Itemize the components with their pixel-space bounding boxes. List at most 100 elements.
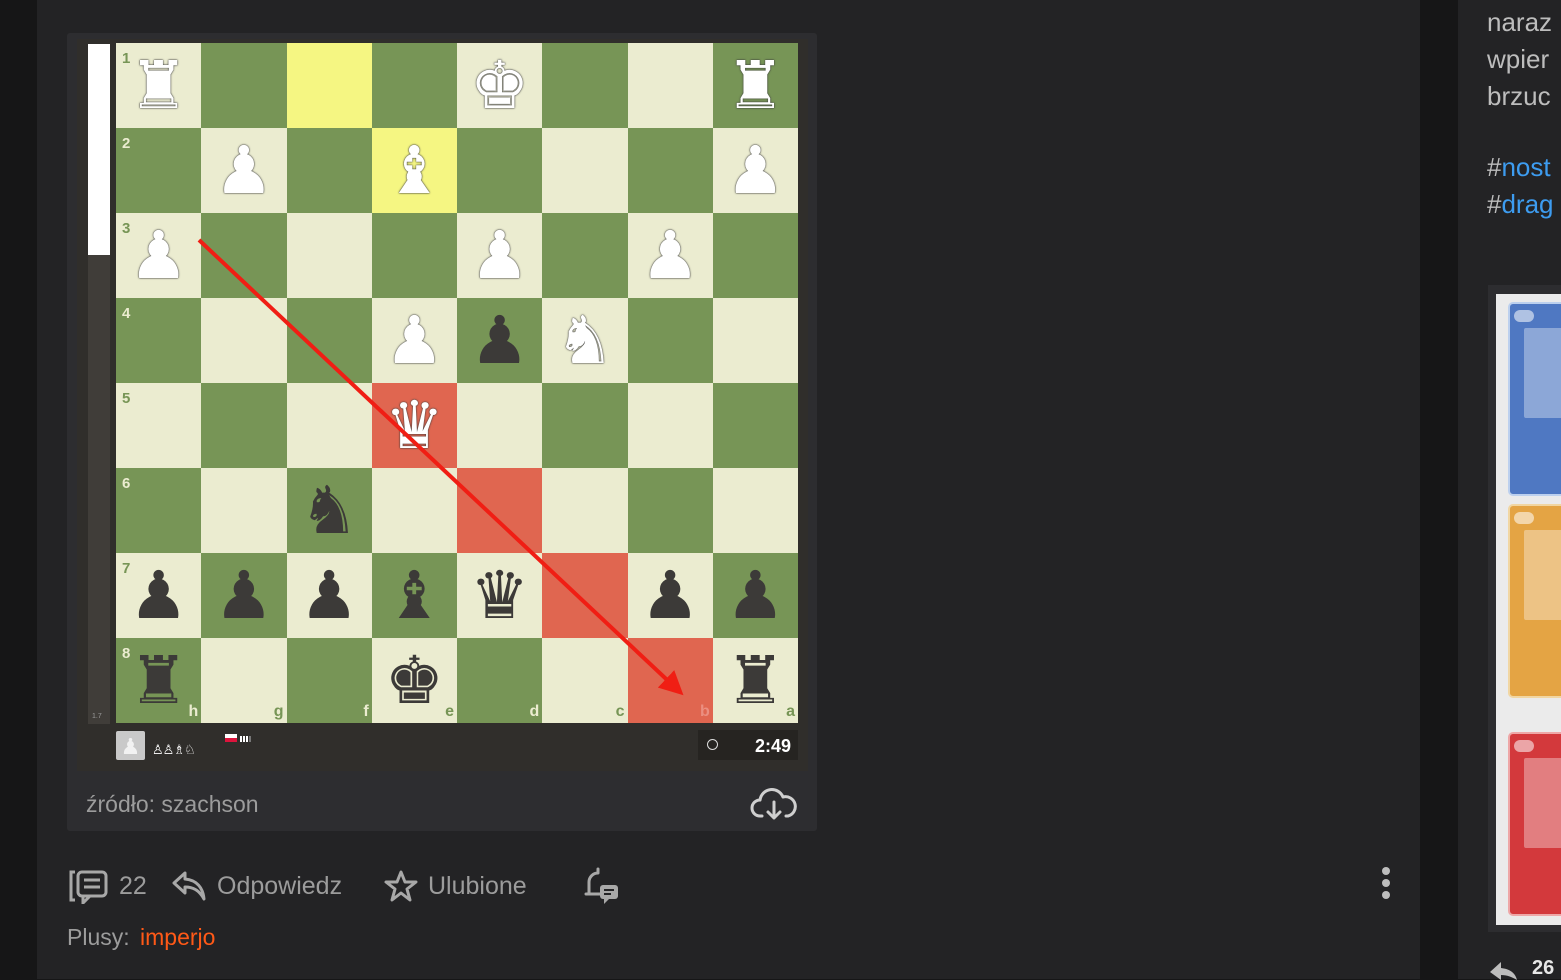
board-square[interactable]: 8 h ♜ (116, 638, 202, 723)
board-square[interactable]: ♛ (457, 553, 543, 638)
cloud-download-icon[interactable] (750, 786, 798, 824)
board-square[interactable] (457, 383, 543, 468)
white-chess-piece[interactable]: ♟ (116, 213, 201, 298)
board-square[interactable] (201, 468, 287, 553)
board-square[interactable]: e ♚ (371, 638, 457, 723)
black-chess-piece[interactable]: ♜ (116, 638, 201, 723)
board-square[interactable] (627, 43, 713, 128)
board-square[interactable]: ♟ (457, 298, 543, 383)
board-square[interactable] (627, 128, 713, 213)
reply-button[interactable]: Odpowiedz (171, 862, 342, 910)
board-square[interactable]: ♟ (712, 553, 798, 638)
board-square[interactable] (542, 383, 628, 468)
board-square[interactable]: 2 (116, 128, 202, 213)
board-square[interactable] (201, 383, 287, 468)
board-square[interactable]: ♟ (286, 553, 372, 638)
comments-button[interactable]: 22 (67, 862, 147, 910)
black-chess-piece[interactable]: ♝ (372, 553, 457, 638)
image-source[interactable]: źródło: szachson (86, 791, 259, 818)
white-chess-piece[interactable]: ♞ (542, 298, 627, 383)
notify-button[interactable] (580, 862, 622, 910)
hashtag[interactable]: #drag (1487, 189, 1554, 220)
board-square[interactable] (627, 468, 713, 553)
board-square[interactable]: ♟ (201, 553, 287, 638)
board-square[interactable]: 6 (116, 468, 202, 553)
board-square[interactable] (371, 213, 457, 298)
board-square[interactable] (201, 43, 287, 128)
black-chess-piece[interactable]: ♟ (628, 553, 713, 638)
board-square[interactable] (542, 553, 628, 638)
board-square[interactable]: ♝ (371, 128, 457, 213)
board-square[interactable]: ♜ (712, 43, 798, 128)
board-square[interactable] (712, 213, 798, 298)
board-square[interactable]: 4 (116, 298, 202, 383)
board-square[interactable]: b (627, 638, 713, 723)
white-chess-piece[interactable]: ♟ (457, 213, 542, 298)
board-square[interactable]: c (542, 638, 628, 723)
board-square[interactable]: g (201, 638, 287, 723)
black-chess-piece[interactable]: ♟ (201, 553, 286, 638)
white-chess-piece[interactable]: ♟ (201, 128, 286, 213)
board-square[interactable] (201, 213, 287, 298)
board-square[interactable] (542, 468, 628, 553)
board-square[interactable]: ♟ (201, 128, 287, 213)
board-square[interactable] (542, 213, 628, 298)
white-chess-piece[interactable]: ♜ (116, 43, 201, 128)
board-square[interactable]: 5 (116, 383, 202, 468)
white-chess-piece[interactable]: ♜ (713, 43, 798, 128)
board-square[interactable]: 3 ♟ (116, 213, 202, 298)
black-chess-piece[interactable]: ♛ (457, 553, 542, 638)
board-square[interactable]: ♞ (542, 298, 628, 383)
board-square[interactable] (542, 128, 628, 213)
board-square[interactable]: 1 ♜ (116, 43, 202, 128)
board-square[interactable]: d (457, 638, 543, 723)
hashtag-name[interactable]: nost (1501, 152, 1550, 182)
black-chess-piece[interactable]: ♞ (287, 468, 372, 553)
white-chess-piece[interactable]: ♝ (372, 128, 457, 213)
board-square[interactable]: ♟ (371, 298, 457, 383)
board-square[interactable]: ♛ (371, 383, 457, 468)
board-square[interactable]: f (286, 638, 372, 723)
board-square[interactable] (371, 43, 457, 128)
white-chess-piece[interactable]: ♟ (713, 128, 798, 213)
board-square[interactable] (542, 43, 628, 128)
board-square[interactable] (286, 128, 372, 213)
board-square[interactable]: ♚ (457, 43, 543, 128)
board-square[interactable] (712, 298, 798, 383)
white-chess-piece[interactable]: ♟ (628, 213, 713, 298)
board-square[interactable]: ♟ (627, 213, 713, 298)
board-square[interactable] (371, 468, 457, 553)
board-square[interactable] (286, 298, 372, 383)
board-square[interactable]: ♟ (457, 213, 543, 298)
board-square[interactable] (286, 383, 372, 468)
hashtag[interactable]: #nost (1487, 152, 1551, 183)
board-square[interactable] (712, 468, 798, 553)
board-square[interactable] (286, 43, 372, 128)
hashtag-name[interactable]: drag (1501, 189, 1553, 219)
favorite-button[interactable]: Ulubione (384, 862, 527, 910)
black-chess-piece[interactable]: ♟ (457, 298, 542, 383)
white-chess-piece[interactable]: ♚ (457, 43, 542, 128)
board-square[interactable]: ♝ (371, 553, 457, 638)
trading-cards-photo[interactable] (1496, 294, 1561, 925)
board-square[interactable] (286, 213, 372, 298)
board-square[interactable] (712, 383, 798, 468)
black-chess-piece[interactable]: ♜ (713, 638, 798, 723)
board-square[interactable]: ♞ (286, 468, 372, 553)
chess-board[interactable]: 1 ♜ ♚ ♜ 2 ♟ ♝ ♟ 3 ♟ ♟ ♟ 4 ♟ ♟ ♞ 5 ♛ 6 ♞ 7 ♟ ♟ ♟ ♝ ♛ ♟ ♟ 8 h ♜ g f e ♚ d c b a ♜ (116, 43, 798, 723)
board-square[interactable]: 7 ♟ (116, 553, 202, 638)
board-square[interactable]: ♟ (627, 553, 713, 638)
plusy-user-link[interactable]: imperjo (140, 924, 215, 950)
white-chess-piece[interactable]: ♟ (372, 298, 457, 383)
board-square[interactable] (457, 128, 543, 213)
reply-icon[interactable] (1487, 960, 1519, 980)
board-square[interactable] (627, 298, 713, 383)
black-chess-piece[interactable]: ♟ (713, 553, 798, 638)
black-chess-piece[interactable]: ♚ (372, 638, 457, 723)
board-square[interactable]: ♟ (712, 128, 798, 213)
white-chess-piece[interactable]: ♛ (372, 383, 457, 468)
board-square[interactable] (457, 468, 543, 553)
board-square[interactable]: a ♜ (712, 638, 798, 723)
black-chess-piece[interactable]: ♟ (287, 553, 372, 638)
more-options-icon[interactable] (1378, 865, 1394, 901)
